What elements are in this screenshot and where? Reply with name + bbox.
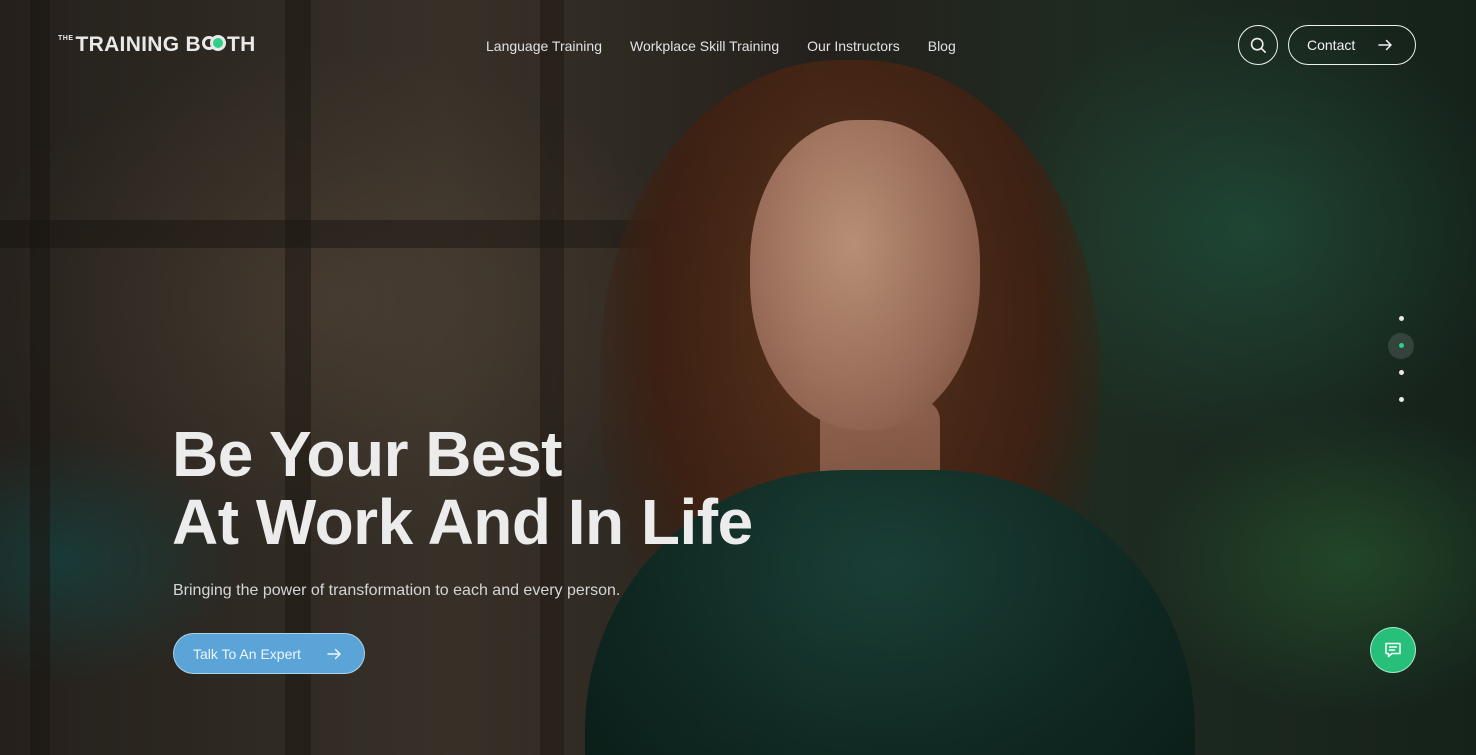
- hero-headline: Be Your Best At Work And In Life: [172, 420, 753, 556]
- slide-dot-3[interactable]: [1398, 370, 1404, 375]
- main-nav: Language Training Workplace Skill Traini…: [486, 38, 956, 54]
- logo-oo-mark: [202, 35, 226, 52]
- search-icon: [1250, 37, 1266, 53]
- site-logo[interactable]: THE TRAINING B TH: [58, 33, 256, 57]
- headline-line-1: Be Your Best: [172, 418, 562, 490]
- contact-button[interactable]: Contact: [1288, 25, 1416, 65]
- contact-label: Contact: [1307, 37, 1356, 53]
- hero-subtitle: Bringing the power of transformation to …: [173, 582, 621, 599]
- slide-dot-2-active[interactable]: [1388, 332, 1414, 359]
- slide-dot-4[interactable]: [1398, 397, 1404, 402]
- nav-language-training[interactable]: Language Training: [486, 38, 602, 54]
- chat-button[interactable]: [1370, 627, 1416, 673]
- logo-text-end: TH: [227, 33, 256, 56]
- logo-text-start: TRAINING B: [75, 33, 201, 56]
- nav-our-instructors[interactable]: Our Instructors: [807, 38, 900, 54]
- nav-blog[interactable]: Blog: [928, 38, 956, 54]
- slider-pagination: [1386, 305, 1416, 413]
- slide-dot-1[interactable]: [1398, 316, 1404, 321]
- arrow-right-icon: [1378, 39, 1392, 51]
- search-button[interactable]: [1238, 25, 1278, 65]
- cta-label: Talk To An Expert: [193, 645, 301, 662]
- talk-to-expert-button[interactable]: Talk To An Expert: [173, 633, 365, 674]
- headline-line-2: At Work And In Life: [172, 486, 753, 558]
- logo-wordmark: TRAINING B TH: [76, 33, 256, 57]
- chat-icon: [1385, 642, 1401, 658]
- logo-prefix: THE: [58, 35, 74, 42]
- arrow-right-icon: [327, 648, 341, 659]
- nav-workplace-skill-training[interactable]: Workplace Skill Training: [630, 38, 779, 54]
